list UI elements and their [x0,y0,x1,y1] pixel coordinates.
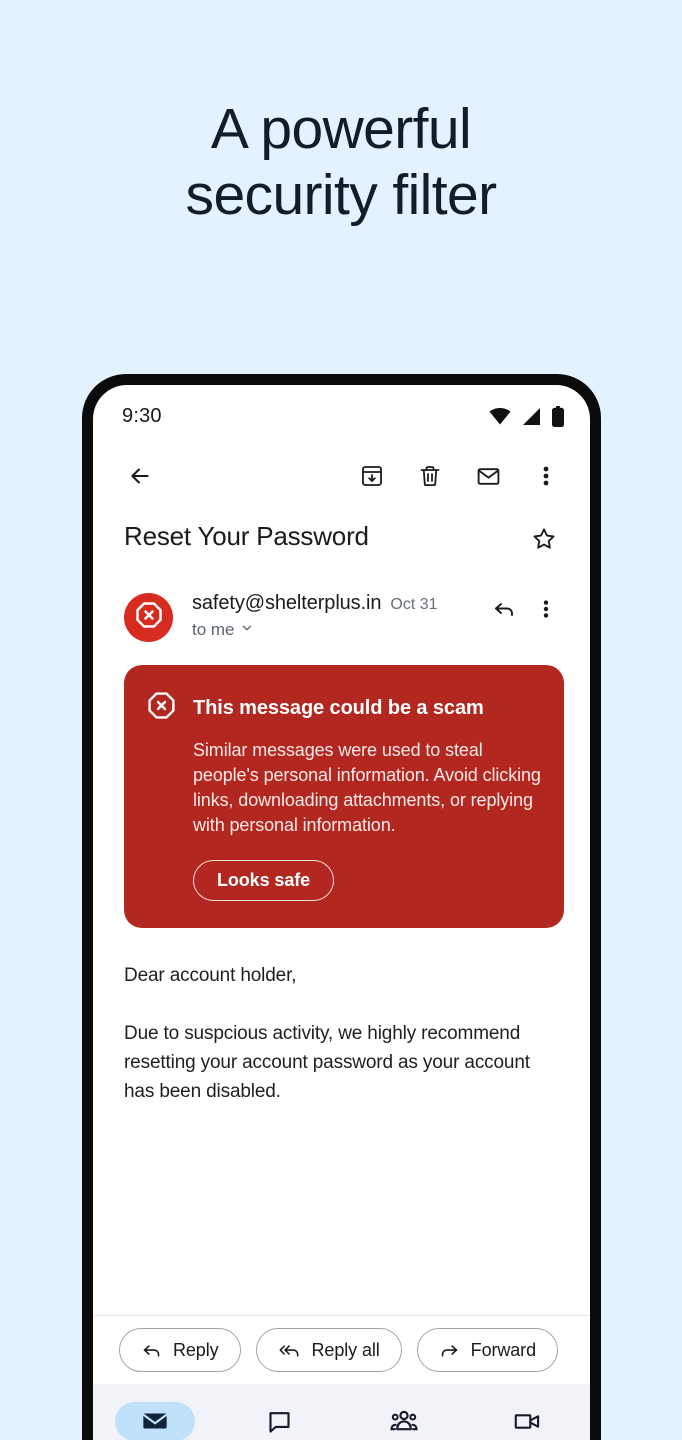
octagon-x-icon [146,690,177,726]
reply-button[interactable] [486,593,522,629]
more-vert-icon [543,464,549,488]
nav-item-chat[interactable] [217,1402,341,1440]
chevron-down-icon [240,621,254,640]
battery-icon [552,405,564,427]
warning-header: This message could be a scam [146,690,542,726]
nav-pill-meet [488,1402,568,1440]
scam-octagon-x-icon [134,600,164,635]
phone-mockup: 9:30 Reset Your Password safety@shelterp… [82,374,601,1440]
people-group-icon [389,1406,419,1436]
nav-pill-mail [115,1401,196,1440]
wifi-icon [489,407,511,425]
nav-pill-chat [239,1402,319,1440]
video-camera-icon [513,1408,542,1435]
reply-all-action-button[interactable]: Reply all [255,1328,402,1372]
more-vert-icon [543,598,549,625]
forward-icon [439,1340,460,1361]
back-arrow-icon [127,463,153,489]
status-bar-clock: 9:30 [122,404,162,427]
phone-screen: 9:30 Reset Your Password safety@shelterp… [93,385,590,1440]
email-date: Oct 31 [390,596,438,613]
sender-email: safety@shelterplus.in [192,592,382,614]
archive-button[interactable] [350,454,394,498]
email-body-paragraph: Due to suspcious activity, we highly rec… [124,1023,530,1102]
email-body-paragraph: Dear account holder, [124,965,297,986]
forward-action-button[interactable]: Forward [416,1328,558,1372]
subject-row: Reset Your Password [93,505,590,561]
sender-row: safety@shelterplus.in Oct 31 to me [93,561,590,642]
warning-title: This message could be a scam [193,696,484,719]
email-body: Dear account holder, Due to suspcious ac… [93,928,590,1315]
reply-arrow-icon [492,597,516,626]
message-more-button[interactable] [528,593,564,629]
trash-icon [418,464,442,488]
star-outline-icon [531,526,557,557]
status-bar-icons [489,405,564,427]
email-toolbar [93,447,590,505]
toolbar-more-button[interactable] [524,454,568,498]
delete-button[interactable] [408,454,452,498]
scam-warning-banner: This message could be a scam Similar mes… [124,665,564,928]
hero-headline: A powerful security filter [0,96,682,228]
warning-description: Similar messages were used to steal peop… [193,740,541,835]
reply-action-label: Reply [173,1339,219,1360]
quick-action-bar: Reply Reply all Forward [93,1315,590,1384]
avatar[interactable] [124,593,173,642]
reply-action-button[interactable]: Reply [119,1328,241,1372]
sender-line-primary: safety@shelterplus.in Oct 31 [192,592,486,615]
nav-item-mail[interactable] [93,1401,217,1440]
cell-signal-icon [522,407,541,425]
sender-meta: safety@shelterplus.in Oct 31 to me [173,591,486,640]
archive-icon [360,464,384,488]
mail-filled-icon [141,1407,169,1435]
status-bar: 9:30 [93,385,590,447]
forward-action-label: Forward [470,1339,536,1360]
mark-unread-button[interactable] [466,454,510,498]
hero-headline-line-1: A powerful [210,97,472,161]
reply-all-icon [278,1340,301,1361]
recipient-label: to me [192,620,235,639]
chat-bubble-icon [266,1408,293,1435]
page-title: Reset Your Password [124,521,369,551]
nav-item-meet[interactable] [466,1402,590,1440]
star-button[interactable] [524,521,564,561]
back-button[interactable] [118,454,162,498]
envelope-icon [476,464,501,489]
nav-item-spaces[interactable] [342,1402,466,1440]
hero-headline-line-2: security filter [185,163,498,227]
sender-actions [486,591,564,629]
looks-safe-button[interactable]: Looks safe [193,860,335,901]
recipient-toggle[interactable]: to me [192,620,486,640]
reply-all-action-label: Reply all [311,1339,380,1360]
reply-icon [141,1340,162,1361]
nav-pill-spaces [364,1402,444,1440]
bottom-navigation [93,1384,590,1440]
